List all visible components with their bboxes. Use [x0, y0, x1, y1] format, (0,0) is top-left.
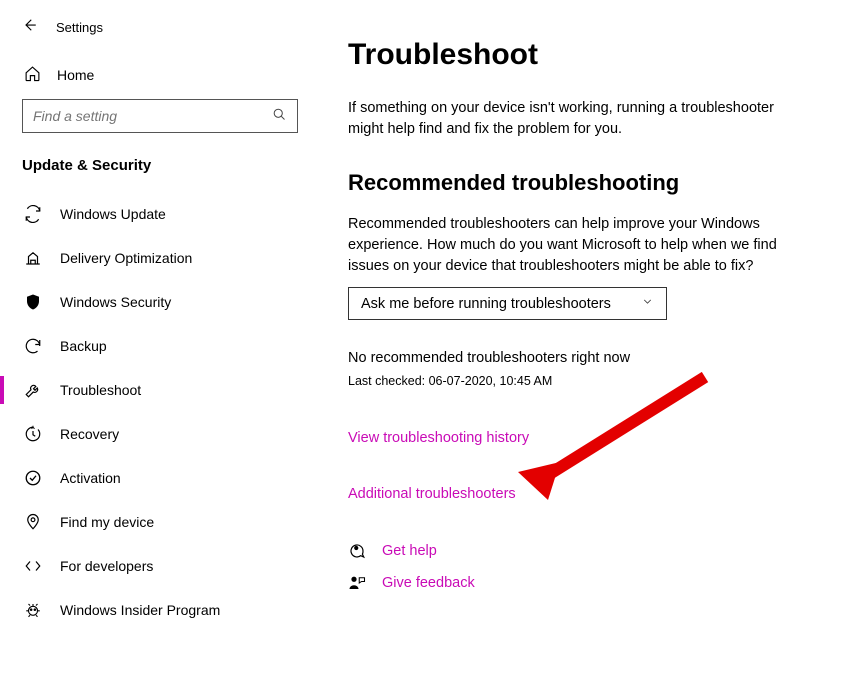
sidebar-item-troubleshoot[interactable]: Troubleshoot — [0, 368, 320, 412]
get-help-label: Get help — [382, 543, 437, 559]
page-title: Troubleshoot — [348, 38, 818, 72]
check-icon — [24, 469, 42, 487]
code-icon — [24, 557, 42, 575]
wrench-icon — [24, 381, 42, 399]
sidebar-item-label: Windows Security — [60, 294, 171, 310]
recovery-icon — [24, 425, 42, 443]
troubleshoot-preference-dropdown[interactable]: Ask me before running troubleshooters — [348, 287, 667, 320]
sidebar-item-for-developers[interactable]: For developers — [0, 544, 320, 588]
footer-links: Get help Give feedback — [348, 542, 818, 592]
recommended-heading: Recommended troubleshooting — [348, 170, 818, 196]
sidebar-item-windows-insider[interactable]: Windows Insider Program — [0, 588, 320, 632]
view-history-link[interactable]: View troubleshooting history — [348, 430, 818, 446]
sidebar-item-label: Troubleshoot — [60, 382, 141, 398]
give-feedback-label: Give feedback — [382, 575, 475, 591]
recommended-text: Recommended troubleshooters can help imp… — [348, 214, 788, 277]
home-icon — [24, 65, 41, 85]
additional-troubleshooters-link[interactable]: Additional troubleshooters — [348, 486, 818, 502]
bug-icon — [24, 601, 42, 619]
back-icon[interactable] — [20, 16, 38, 39]
sidebar-item-label: Find my device — [60, 514, 154, 530]
sidebar-item-windows-update[interactable]: Windows Update — [0, 192, 320, 236]
dropdown-value: Ask me before running troubleshooters — [361, 296, 611, 312]
sidebar: Settings Home Update & Security Windows … — [0, 0, 320, 693]
status-text: No recommended troubleshooters right now — [348, 350, 818, 366]
search-input-container[interactable] — [22, 99, 298, 133]
intro-text: If something on your device isn't workin… — [348, 98, 798, 140]
search-icon — [272, 107, 287, 125]
section-header: Update & Security — [0, 147, 320, 192]
main-content: Troubleshoot If something on your device… — [320, 0, 846, 693]
sidebar-item-label: Delivery Optimization — [60, 250, 192, 266]
backup-icon — [24, 337, 42, 355]
sidebar-item-activation[interactable]: Activation — [0, 456, 320, 500]
sidebar-item-label: Recovery — [60, 426, 119, 442]
titlebar-title: Settings — [56, 20, 103, 35]
sidebar-item-label: Activation — [60, 470, 121, 486]
give-feedback-link[interactable]: Give feedback — [348, 574, 818, 592]
sidebar-item-windows-security[interactable]: Windows Security — [0, 280, 320, 324]
sidebar-item-recovery[interactable]: Recovery — [0, 412, 320, 456]
sidebar-item-backup[interactable]: Backup — [0, 324, 320, 368]
sidebar-item-label: Windows Insider Program — [60, 602, 220, 618]
location-icon — [24, 513, 42, 531]
home-label: Home — [57, 67, 94, 83]
search-input[interactable] — [33, 108, 262, 124]
sidebar-item-delivery-optimization[interactable]: Delivery Optimization — [0, 236, 320, 280]
get-help-link[interactable]: Get help — [348, 542, 818, 560]
sidebar-item-label: Windows Update — [60, 206, 166, 222]
sidebar-item-label: For developers — [60, 558, 153, 574]
sidebar-item-label: Backup — [60, 338, 107, 354]
last-checked-text: Last checked: 06-07-2020, 10:45 AM — [348, 374, 818, 388]
delivery-icon — [24, 249, 42, 267]
shield-icon — [24, 293, 42, 311]
sidebar-item-find-my-device[interactable]: Find my device — [0, 500, 320, 544]
chat-icon — [348, 542, 366, 560]
home-nav[interactable]: Home — [0, 53, 320, 97]
feedback-icon — [348, 574, 366, 592]
titlebar: Settings — [0, 12, 320, 53]
sync-icon — [24, 205, 42, 223]
chevron-down-icon — [641, 295, 654, 312]
